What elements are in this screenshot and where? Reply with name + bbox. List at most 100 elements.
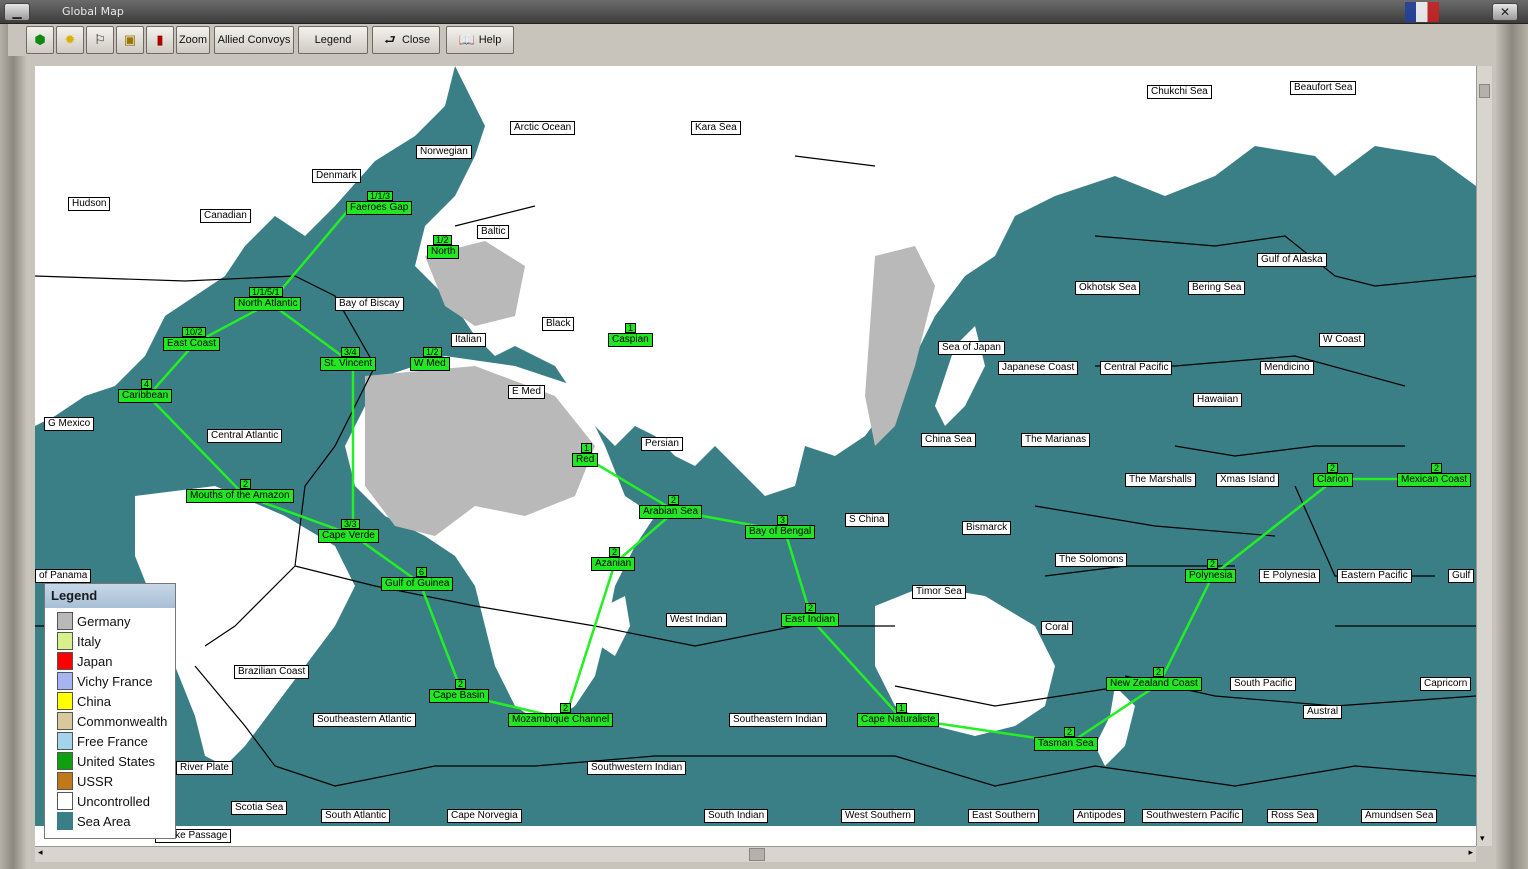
sea-area-label[interactable]: Southwestern Pacific bbox=[1142, 809, 1244, 823]
sea-area-label[interactable]: E Med bbox=[508, 385, 545, 399]
vertical-scroll-thumb[interactable] bbox=[1479, 84, 1490, 98]
sea-area-label[interactable]: Arctic Ocean bbox=[510, 121, 576, 135]
sea-area-label[interactable]: Amundsen Sea bbox=[1361, 809, 1438, 823]
sea-area-label[interactable]: Eastern Pacific bbox=[1337, 569, 1412, 583]
convoy-route-label[interactable]: Polynesia bbox=[1185, 569, 1237, 583]
disk-button[interactable]: ▣ bbox=[116, 26, 144, 54]
convoy-route-label[interactable]: Caribbean bbox=[118, 389, 173, 403]
sea-area-label[interactable]: Southwestern Indian bbox=[587, 761, 687, 775]
legend-button[interactable]: Legend bbox=[298, 26, 368, 54]
sea-area-label[interactable]: West Indian bbox=[666, 613, 727, 627]
sea-area-label[interactable]: Antipodes bbox=[1073, 809, 1126, 823]
sea-area-label[interactable]: Timor Sea bbox=[912, 585, 966, 599]
sea-area-label[interactable]: Central Pacific bbox=[1100, 361, 1173, 375]
sea-area-label[interactable]: Cape Norvegia bbox=[447, 809, 522, 823]
sea-area-label[interactable]: Ross Sea bbox=[1267, 809, 1319, 823]
convoy-route-label[interactable]: East Indian bbox=[781, 613, 840, 627]
convoy-route-label[interactable]: Mouths of the Amazon bbox=[186, 489, 294, 503]
sea-area-label[interactable]: Italian bbox=[451, 333, 486, 347]
sea-area-label[interactable]: Persian bbox=[641, 437, 683, 451]
convoy-route-label[interactable]: North bbox=[427, 245, 460, 259]
sea-area-label[interactable]: East Southern bbox=[968, 809, 1040, 823]
convoy-route-label[interactable]: Red bbox=[572, 453, 599, 467]
sea-area-label[interactable]: Gulf bbox=[1448, 569, 1475, 583]
sea-area-label[interactable]: E Polynesia bbox=[1259, 569, 1320, 583]
sea-area-label[interactable]: Black bbox=[542, 317, 575, 331]
sea-area-label[interactable]: Capricorn bbox=[1420, 677, 1472, 691]
sea-area-label[interactable]: Southeastern Indian bbox=[729, 713, 827, 727]
scroll-down-icon[interactable]: ▾ bbox=[1480, 834, 1485, 844]
zoom-button[interactable]: Zoom bbox=[176, 26, 210, 54]
pointer-button[interactable]: ▮ bbox=[146, 26, 174, 54]
convoy-route-label[interactable]: St. Vincent bbox=[320, 357, 377, 371]
scroll-left-icon[interactable]: ◂ bbox=[38, 848, 43, 858]
convoy-route-label[interactable]: Bay of Bengal bbox=[745, 525, 816, 539]
sea-area-label[interactable]: Baltic bbox=[477, 225, 510, 239]
convoy-route-label[interactable]: Arabian Sea bbox=[639, 505, 703, 519]
minimize-button[interactable]: ▁ bbox=[4, 3, 30, 21]
sea-area-label[interactable]: Chukchi Sea bbox=[1147, 85, 1212, 99]
sea-area-label[interactable]: South Atlantic bbox=[321, 809, 391, 823]
sea-area-label[interactable]: Gulf of Alaska bbox=[1257, 253, 1327, 267]
sea-area-label[interactable]: W Coast bbox=[1319, 333, 1366, 347]
convoy-route-label[interactable]: Cape Verde bbox=[318, 529, 379, 543]
convoy-route-label[interactable]: W Med bbox=[410, 357, 450, 371]
convoy-route-label[interactable]: Faeroes Gap bbox=[346, 201, 413, 215]
sea-area-label[interactable]: Mendicino bbox=[1260, 361, 1314, 375]
sea-area-label[interactable]: Austral bbox=[1303, 705, 1343, 719]
convoy-route-label[interactable]: Cape Basin bbox=[429, 689, 489, 703]
sea-area-label[interactable]: South Indian bbox=[704, 809, 769, 823]
sea-area-label[interactable]: Norwegian bbox=[416, 145, 472, 159]
sea-area-label[interactable]: Central Atlantic bbox=[207, 429, 283, 443]
convoy-route-label[interactable]: Gulf of Guinea bbox=[381, 577, 454, 591]
convoy-route-label[interactable]: Mozambique Channel bbox=[508, 713, 614, 727]
sea-area-label[interactable]: G Mexico bbox=[44, 417, 95, 431]
sea-area-label[interactable]: The Marianas bbox=[1021, 433, 1091, 447]
sea-area-label[interactable]: Beaufort Sea bbox=[1290, 81, 1357, 95]
sea-area-label[interactable]: Hawaiian bbox=[1193, 393, 1243, 407]
sea-area-label[interactable]: The Solomons bbox=[1055, 553, 1128, 567]
help-button[interactable]: 📖 Help bbox=[446, 26, 514, 54]
sea-area-label[interactable]: Brazilian Coast bbox=[234, 665, 310, 679]
convoy-route-label[interactable]: Cape Naturaliste bbox=[857, 713, 940, 727]
sea-area-label[interactable]: China Sea bbox=[921, 433, 976, 447]
sea-area-label[interactable]: of Panama bbox=[35, 569, 92, 583]
convoy-route-label[interactable]: Caspian bbox=[608, 333, 653, 347]
convoy-route-label[interactable]: Azanian bbox=[591, 557, 636, 571]
sea-area-label[interactable]: Hudson bbox=[68, 197, 111, 211]
convoy-route-label[interactable]: New Zealand Coast bbox=[1106, 677, 1202, 691]
convoy-route-label[interactable]: Tasman Sea bbox=[1034, 737, 1098, 751]
scroll-right-icon[interactable]: ▸ bbox=[1468, 848, 1473, 858]
sea-area-label[interactable]: The Marshalls bbox=[1125, 473, 1196, 487]
sea-area-label[interactable]: Canadian bbox=[200, 209, 251, 223]
sea-area-label[interactable]: Bismarck bbox=[962, 521, 1012, 535]
sea-area-label[interactable]: Sea of Japan bbox=[938, 341, 1005, 355]
horizontal-scroll-thumb[interactable] bbox=[749, 848, 765, 861]
sea-area-label[interactable]: Xmas Island bbox=[1216, 473, 1280, 487]
sea-area-label[interactable]: West Southern bbox=[841, 809, 915, 823]
sea-area-label[interactable]: Okhotsk Sea bbox=[1075, 281, 1141, 295]
sea-area-label[interactable]: Scotia Sea bbox=[231, 801, 288, 815]
sea-area-label[interactable]: S China bbox=[845, 513, 889, 527]
close-window-button[interactable]: ✕ bbox=[1492, 3, 1518, 21]
sea-area-label[interactable]: Southeastern Atlantic bbox=[313, 713, 416, 727]
convoy-route-label[interactable]: East Coast bbox=[163, 337, 220, 351]
sea-area-label[interactable]: Kara Sea bbox=[691, 121, 741, 135]
convoy-route-label[interactable]: Clarion bbox=[1313, 473, 1353, 487]
sun-button[interactable]: ✹ bbox=[56, 26, 84, 54]
hex-button[interactable]: ⬢ bbox=[26, 26, 54, 54]
sea-area-label[interactable]: Bay of Biscay bbox=[335, 297, 404, 311]
sea-area-label[interactable]: River Plate bbox=[176, 761, 233, 775]
allied-convoys-button[interactable]: Allied Convoys bbox=[214, 26, 294, 54]
sea-area-label[interactable]: Denmark bbox=[312, 169, 361, 183]
sea-area-label[interactable]: Japanese Coast bbox=[998, 361, 1079, 375]
sea-area-label[interactable]: Coral bbox=[1041, 621, 1073, 635]
horizontal-scrollbar[interactable]: ◂ ▸ bbox=[35, 846, 1476, 862]
convoy-route-label[interactable]: North Atlantic bbox=[234, 297, 302, 311]
world-map[interactable]: Hudson Canadian Denmark Norwegian Arctic… bbox=[35, 66, 1476, 846]
close-button[interactable]: ⮐ Close bbox=[372, 26, 440, 54]
sea-area-label[interactable]: South Pacific bbox=[1230, 677, 1297, 691]
convoy-route-label[interactable]: Mexican Coast bbox=[1397, 473, 1472, 487]
flag-button[interactable]: ⚐ bbox=[86, 26, 114, 54]
sea-area-label[interactable]: Bering Sea bbox=[1188, 281, 1246, 295]
